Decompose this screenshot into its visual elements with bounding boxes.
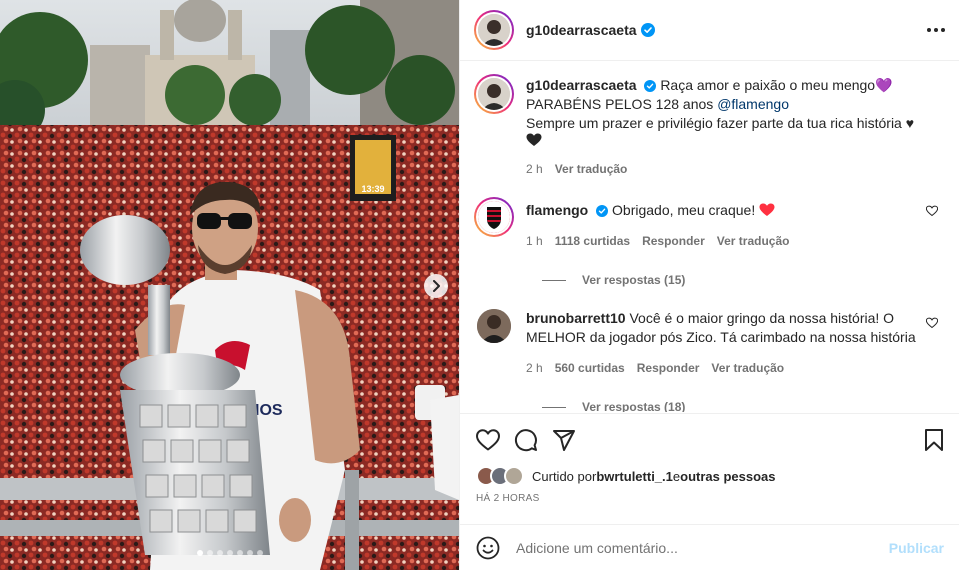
svg-text:IOS: IOS [255,402,283,419]
verified-badge-icon [644,80,657,92]
comment-body: brunobarrett10 Você é o maior gringo da … [526,309,926,378]
comment-avatar[interactable] [474,197,514,237]
comment-avatar[interactable] [477,309,511,343]
comment-body: flamengo Obrigado, meu craque! 1 h 1118 … [526,201,926,251]
view-replies-button[interactable]: Ver respostas (18) [542,400,944,412]
caption-avatar-image [478,78,510,110]
comment-item: brunobarrett10 Você é o maior gringo da … [474,309,944,378]
verified-badge-icon [596,205,609,217]
comment-avatar-image [477,309,511,343]
author-avatar[interactable] [474,10,514,50]
bookmark-icon[interactable] [924,429,944,451]
post-header: g10dearrascaeta [460,0,959,61]
post-actions: Curtido por bwrtuletti_.1 e outras pesso… [460,413,959,504]
likes-others-link[interactable]: outras pessoas [680,469,775,484]
chevron-right-icon [433,280,440,292]
carousel-dot [216,550,223,556]
author-username[interactable]: g10dearrascaeta [526,22,637,38]
caption-heart: ♥ [905,115,915,131]
comment-meta: 1 h 1118 curtidas Responder Ver tradução [526,232,926,251]
action-icons [476,428,944,452]
caption-translate-link[interactable]: Ver tradução [555,160,628,179]
more-options-icon[interactable] [927,28,945,32]
comment-icon[interactable] [514,428,538,452]
carousel-dot [206,550,213,556]
caption-username[interactable]: g10dearrascaeta [526,77,637,93]
caption-line1: Raça amor e paixão o meu mengo [660,77,876,93]
carousel-dot [196,550,203,556]
replies-divider [542,406,566,408]
caption-time[interactable]: 2 h [526,160,543,179]
photo-illustration: 13:39 IOS [0,0,459,570]
caption-emoji: 💜 [875,77,893,93]
heart-icon[interactable] [476,429,500,451]
comment-translate-link[interactable]: Ver tradução [711,359,784,378]
comment-username[interactable]: flamengo [526,202,588,218]
publish-button[interactable]: Publicar [889,540,944,556]
post-timestamp[interactable]: HÁ 2 HORAS [476,493,944,504]
liker-avatar [504,466,524,486]
carousel-dot [256,550,263,556]
comment-username[interactable]: brunobarrett10 [526,310,626,326]
reply-button[interactable]: Responder [637,359,700,378]
carousel-dot [236,550,243,556]
comment-input[interactable] [516,539,876,556]
comment-text: Obrigado, meu craque! [612,202,756,218]
view-replies-label: Ver respostas (15) [582,273,686,287]
likes-prefix: Curtido por [532,468,597,484]
comment-likes[interactable]: 560 curtidas [555,359,625,378]
comments-list[interactable]: g10dearrascaeta Raça amor e paixão o meu… [460,62,959,412]
replies-divider [542,279,566,281]
caption-mention[interactable]: @flamengo [717,96,789,112]
post-photo[interactable]: 13:39 IOS [0,0,459,570]
post-detail-panel: g10dearrascaeta g10dearrascaeta Raça amo… [459,0,959,570]
billboard-clock: 13:39 [361,184,384,194]
comment-likes[interactable]: 1118 curtidas [555,232,630,251]
share-icon[interactable] [552,428,576,452]
carousel-indicators [0,550,459,556]
view-replies-button[interactable]: Ver respostas (15) [542,273,944,287]
comment-time[interactable]: 1 h [526,232,543,251]
add-comment-bar: Publicar [460,524,959,570]
red-heart-emoji-icon [759,203,775,216]
likes-middle: e [672,468,681,484]
carousel-dot [246,550,253,556]
caption: g10dearrascaeta Raça amor e paixão o meu… [474,74,944,179]
verified-badge-icon [640,23,655,37]
caption-line3: Sempre um prazer e privilégio fazer part… [526,115,902,131]
author-avatar-image [478,14,510,46]
carousel-dot [226,550,233,556]
heart-icon[interactable] [926,205,938,217]
flamengo-crest-icon [478,201,510,233]
comment-item: flamengo Obrigado, meu craque! 1 h 1118 … [474,197,944,251]
caption-line2: PARABÉNS PELOS 128 anos [526,96,718,112]
comment-meta: 2 h 560 curtidas Responder Ver tradução [526,359,926,378]
caption-avatar[interactable] [474,74,514,114]
liker-username[interactable]: bwrtuletti_.1 [596,469,673,484]
likes-summary: Curtido por bwrtuletti_.1 e outras pesso… [476,466,944,486]
caption-body: g10dearrascaeta Raça amor e paixão o meu… [526,76,926,179]
heart-icon[interactable] [926,317,938,329]
liker-avatars[interactable] [476,466,532,486]
comment-translate-link[interactable]: Ver tradução [717,232,790,251]
next-slide-button[interactable] [424,274,448,298]
emoji-icon[interactable] [476,536,500,560]
black-heart-emoji-icon [526,133,542,146]
caption-meta: 2 h Ver tradução [526,160,926,179]
comment-time[interactable]: 2 h [526,359,543,378]
view-replies-label: Ver respostas (18) [582,400,686,412]
reply-button[interactable]: Responder [642,232,705,251]
